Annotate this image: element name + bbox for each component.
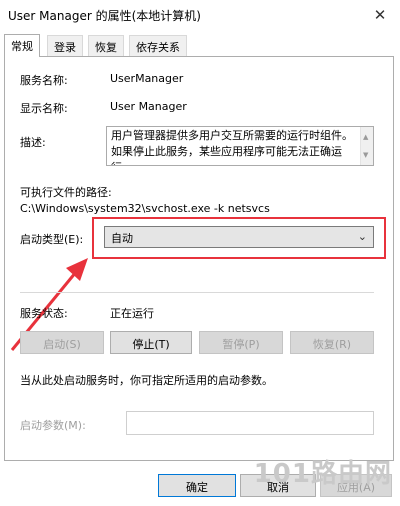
- tab-dependencies[interactable]: 依存关系: [129, 35, 187, 56]
- start-button[interactable]: 启动(S): [20, 331, 104, 354]
- tab-general[interactable]: 常规: [4, 34, 40, 57]
- display-name-value: User Manager: [110, 100, 187, 113]
- title-bar: User Manager 的属性(本地计算机) ✕: [0, 0, 400, 30]
- service-name-value: UserManager: [110, 72, 184, 85]
- description-scrollbar[interactable]: ▲ ▼: [360, 127, 373, 165]
- start-params-hint: 当从此处启动服务时，你可指定所适用的启动参数。: [20, 374, 273, 387]
- scroll-up-icon[interactable]: ▲: [363, 129, 368, 145]
- annotation-highlight-box: [92, 217, 386, 259]
- watermark-logo: 101路由网: [253, 459, 392, 489]
- service-name-label: 服务名称:: [20, 74, 68, 87]
- description-text: 用户管理器提供多用户交互所需要的运行时组件。如果停止此服务，某些应用程序可能无法…: [111, 129, 353, 165]
- pause-button[interactable]: 暂停(P): [199, 331, 283, 354]
- startup-type-label: 启动类型(E):: [20, 233, 84, 246]
- description-box[interactable]: 用户管理器提供多用户交互所需要的运行时组件。如果停止此服务，某些应用程序可能无法…: [106, 126, 374, 166]
- tab-logon[interactable]: 登录: [47, 35, 83, 56]
- display-name-label: 显示名称:: [20, 102, 68, 115]
- window-title: User Manager 的属性(本地计算机): [8, 9, 201, 23]
- exec-path-label: 可执行文件的路径:: [20, 186, 112, 199]
- scroll-down-icon[interactable]: ▼: [363, 147, 368, 163]
- close-button[interactable]: ✕: [366, 3, 394, 27]
- start-params-label: 启动参数(M):: [20, 419, 86, 432]
- start-params-input[interactable]: [126, 411, 374, 435]
- tab-recovery[interactable]: 恢复: [88, 35, 124, 56]
- divider: [20, 292, 374, 293]
- exec-path-value: C:\Windows\system32\svchost.exe -k netsv…: [20, 202, 270, 215]
- close-icon: ✕: [373, 6, 387, 24]
- ok-button[interactable]: 确定: [158, 474, 236, 497]
- service-status-label: 服务状态:: [20, 307, 68, 320]
- resume-button[interactable]: 恢复(R): [290, 331, 374, 354]
- description-label: 描述:: [20, 136, 46, 149]
- stop-button[interactable]: 停止(T): [110, 331, 192, 354]
- service-status-value: 正在运行: [110, 307, 154, 320]
